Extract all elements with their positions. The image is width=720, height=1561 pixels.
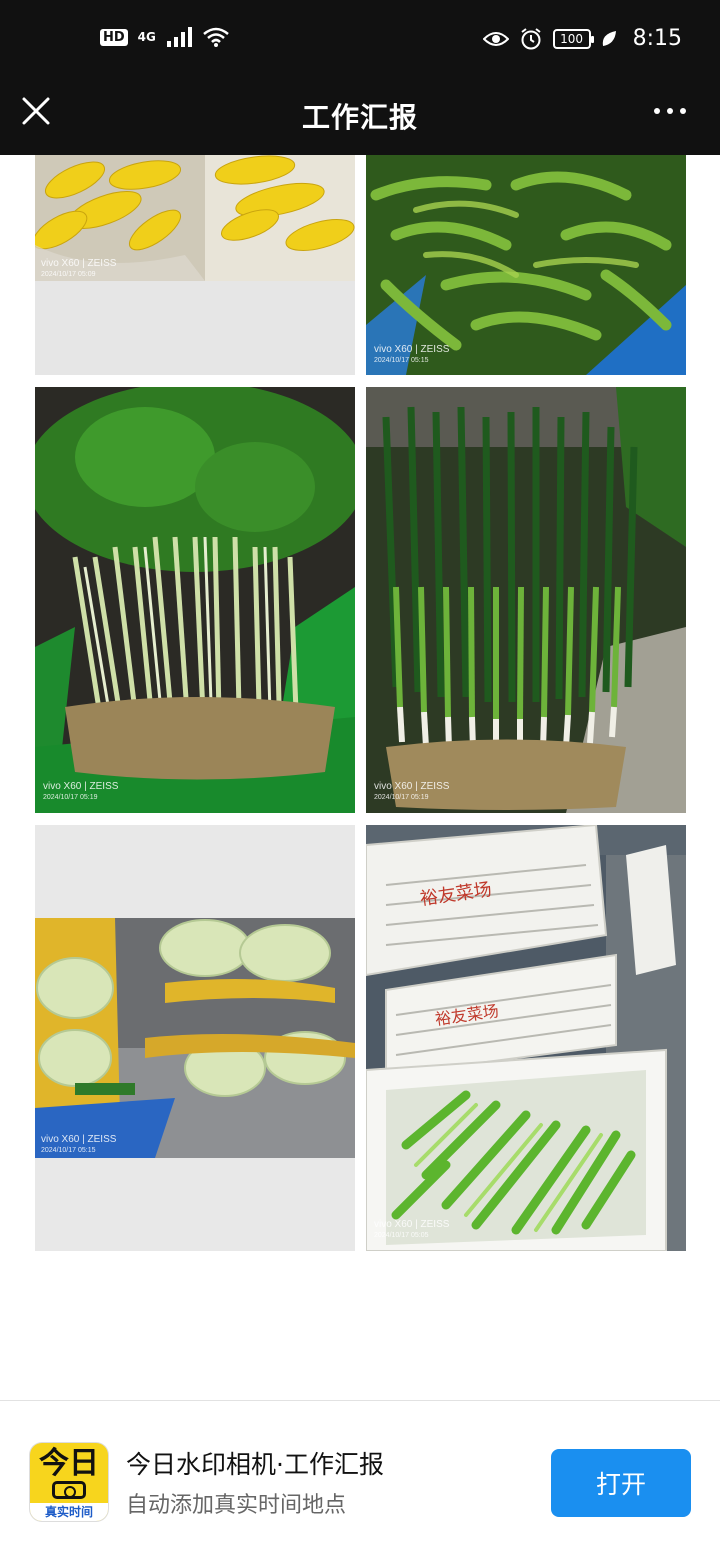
photo-crates[interactable]: 裕友菜场 裕友菜场 vivo X60 | ZEISS 2024/10/17 05… [366,825,686,1251]
app-banner: 今日 真实时间 今日水印相机·工作汇报 自动添加真实时间地点 打开 [0,1400,720,1561]
photo-celery[interactable]: vivo X60 | ZEISS 2024/10/17 05:19 [35,387,355,813]
cabbage-image [35,918,355,1158]
photo-cabbage[interactable]: vivo X60 | ZEISS 2024/10/17 05:15 [35,825,355,1251]
leaf-icon [602,30,616,46]
photo-watermark: vivo X60 | ZEISS 2024/10/17 05:15 [41,1134,117,1155]
clock: 8:15 [632,26,682,51]
page-title: 工作汇报 [301,101,418,134]
network-type: 4G [137,30,156,44]
photo-watermark: vivo X60 | ZEISS 2024/10/17 05:15 [374,344,450,365]
photo-watermark: vivo X60 | ZEISS 2024/10/17 05:19 [43,781,119,802]
status-bar: HD 4G 100 8:15 [0,0,720,80]
crates-image: 裕友菜场 裕友菜场 [366,825,686,1251]
battery-icon: 100 [552,28,594,49]
app-icon-text: 今日 [39,1446,99,1481]
peppers-image [366,155,686,375]
status-left: HD 4G [100,26,230,48]
more-icon[interactable] [654,108,686,114]
photo-peppers[interactable]: vivo X60 | ZEISS 2024/10/17 05:15 [366,155,686,375]
app-subtitle: 自动添加真实时间地点 [126,1493,347,1518]
scallions-image [366,387,686,813]
photo-grid: vivo X60 | ZEISS 2024/10/17 05:09 vivo X… [0,155,720,1400]
app-name: 今日水印相机·工作汇报 [126,1450,384,1479]
battery-level: 100 [560,31,584,46]
camera-icon [52,1481,86,1499]
eye-icon [482,31,509,46]
photo-scallions[interactable]: vivo X60 | ZEISS 2024/10/17 05:19 [366,387,686,813]
photo-watermark: vivo X60 | ZEISS 2024/10/17 05:19 [374,781,450,802]
photo-watermark: vivo X60 | ZEISS 2024/10/17 05:05 [374,1219,450,1240]
nav-bar: 工作汇报 [0,80,720,155]
status-right: 100 8:15 [482,26,682,51]
celery-image [35,387,355,813]
signal-icon [166,27,192,47]
hd-icon: HD [100,28,128,46]
app-icon-strip: 真实时间 [30,1503,108,1521]
photo-watermark: vivo X60 | ZEISS 2024/10/17 05:09 [41,258,117,279]
photo-corn[interactable]: vivo X60 | ZEISS 2024/10/17 05:09 [35,155,355,375]
alarm-icon [520,27,541,49]
app-logo-icon[interactable]: 今日 真实时间 [30,1443,108,1521]
wifi-icon [203,27,229,47]
open-app-button[interactable]: 打开 [551,1449,691,1517]
